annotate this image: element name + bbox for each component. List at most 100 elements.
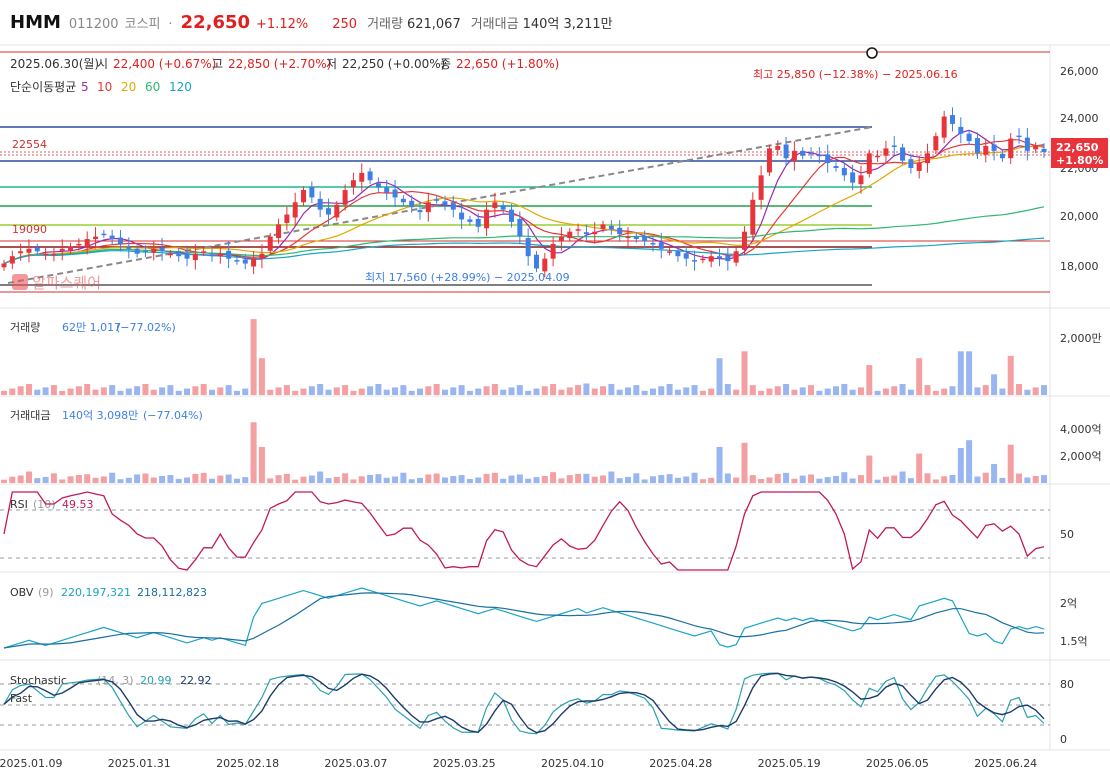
volume-bar — [383, 389, 390, 395]
amount-bar — [233, 478, 240, 483]
x-tick: 2025.03.07 — [324, 757, 387, 770]
volume-bar — [233, 390, 240, 395]
candle-body — [558, 236, 564, 242]
stock-chart[interactable]: 2025.06.30(월) 시 22,400 (+0.67%) 고 22,850… — [0, 0, 1110, 778]
amount-bar — [441, 477, 448, 483]
y-tick: 26,000 — [1060, 65, 1099, 78]
amount-bar — [508, 475, 515, 483]
candle-body — [425, 202, 431, 213]
obv-value-1: 220,197,321 — [61, 586, 131, 599]
watermark-text: 알파스퀘어 — [32, 274, 101, 292]
candle-body — [384, 187, 390, 193]
candle-body — [367, 171, 373, 181]
candle-body — [267, 236, 273, 251]
volume-bar — [1041, 385, 1047, 395]
candle-body — [1008, 138, 1014, 159]
amount-bar — [483, 473, 490, 483]
volume-bar — [367, 386, 374, 395]
amount-bar — [874, 479, 881, 483]
amount-bar — [1041, 475, 1047, 483]
amount-bar — [758, 478, 765, 483]
volume-bar — [483, 386, 490, 395]
x-tick: 2025.05.19 — [758, 757, 821, 770]
volume-bar — [92, 389, 99, 395]
volume-bar — [217, 387, 224, 395]
volume-bar — [758, 390, 765, 395]
candle-body — [409, 200, 415, 208]
candle-body — [284, 214, 290, 223]
candle-body — [517, 218, 523, 237]
amount-bar — [400, 472, 407, 483]
ma-label[interactable]: 단순이동평균 — [10, 80, 76, 94]
watermark-logo: 알파스퀘어 — [12, 274, 101, 292]
stoch-axis: 0 — [1060, 733, 1067, 746]
stoch-value-2: 22.92 — [180, 674, 212, 687]
candle-body — [850, 172, 856, 183]
ma-legend-20: 20 — [121, 80, 136, 94]
candle-body — [276, 224, 282, 239]
candle-body — [883, 148, 889, 156]
volume-bar — [916, 358, 923, 395]
amount-bar — [333, 476, 340, 483]
amount-bar — [317, 471, 324, 483]
volume-bar — [50, 385, 57, 395]
volume-bar — [292, 390, 299, 395]
info-close-label: 종 — [440, 57, 451, 71]
volume-bar — [300, 388, 307, 395]
obv-label: OBV — [10, 586, 34, 599]
volume-bar — [508, 387, 515, 395]
amount-bar — [841, 472, 848, 483]
candle-body — [68, 246, 74, 251]
volume-bar — [150, 389, 157, 395]
candle-body — [725, 255, 731, 262]
amount-bar — [966, 440, 973, 483]
volume-bar — [433, 383, 440, 395]
x-tick: 2025.04.28 — [649, 757, 712, 770]
candle-body — [983, 145, 989, 155]
info-open-value: 22,400 (+0.67%) — [113, 57, 216, 71]
candle-body — [750, 199, 756, 235]
line-label-22554: 22554 — [12, 138, 47, 151]
volume-panel-value: 62만 1,017 — [62, 321, 121, 334]
candle-body — [608, 225, 614, 230]
amount-bar — [67, 476, 74, 483]
candle-body — [958, 126, 964, 134]
amount-bar — [192, 473, 199, 483]
volume-bar — [175, 390, 182, 395]
info-high-label: 고 — [212, 57, 223, 71]
candle-body — [151, 248, 157, 253]
amount-bar — [891, 475, 898, 483]
candle-body — [9, 256, 15, 264]
volume-bar — [699, 390, 706, 395]
volume-bar — [283, 385, 290, 395]
candle-body — [525, 238, 531, 257]
ma-legend-120: 120 — [169, 80, 192, 94]
volume-bar — [683, 387, 690, 395]
volume-bar — [991, 374, 998, 395]
candle-body — [201, 251, 207, 253]
amount-bar — [267, 478, 274, 483]
candle-body — [93, 236, 99, 240]
amount-bar — [458, 475, 465, 483]
amount-bar — [575, 473, 582, 483]
amount-bar — [1016, 473, 1023, 483]
amount-bar — [982, 472, 989, 483]
candle-body — [533, 254, 539, 269]
amount-bar — [109, 472, 116, 483]
amount-bar — [974, 476, 981, 483]
volume-bar — [1024, 389, 1031, 395]
candle-body — [334, 204, 340, 218]
x-tick: 2025.04.10 — [541, 757, 604, 770]
volume-bar — [999, 388, 1006, 395]
low-note: 최지 17,560 (+28.99%) − 2025.04.09 — [365, 271, 570, 284]
line-handle[interactable] — [866, 47, 878, 59]
candle-body — [475, 218, 481, 227]
candle-body — [567, 231, 573, 239]
rsi-label: RSI — [10, 498, 28, 511]
candle-body — [683, 253, 689, 259]
volume-bar — [982, 385, 989, 395]
candle-body — [949, 115, 955, 124]
obv-axis: 1.5억 — [1060, 635, 1088, 648]
candle-body — [833, 166, 839, 168]
volume-bar — [733, 389, 740, 395]
